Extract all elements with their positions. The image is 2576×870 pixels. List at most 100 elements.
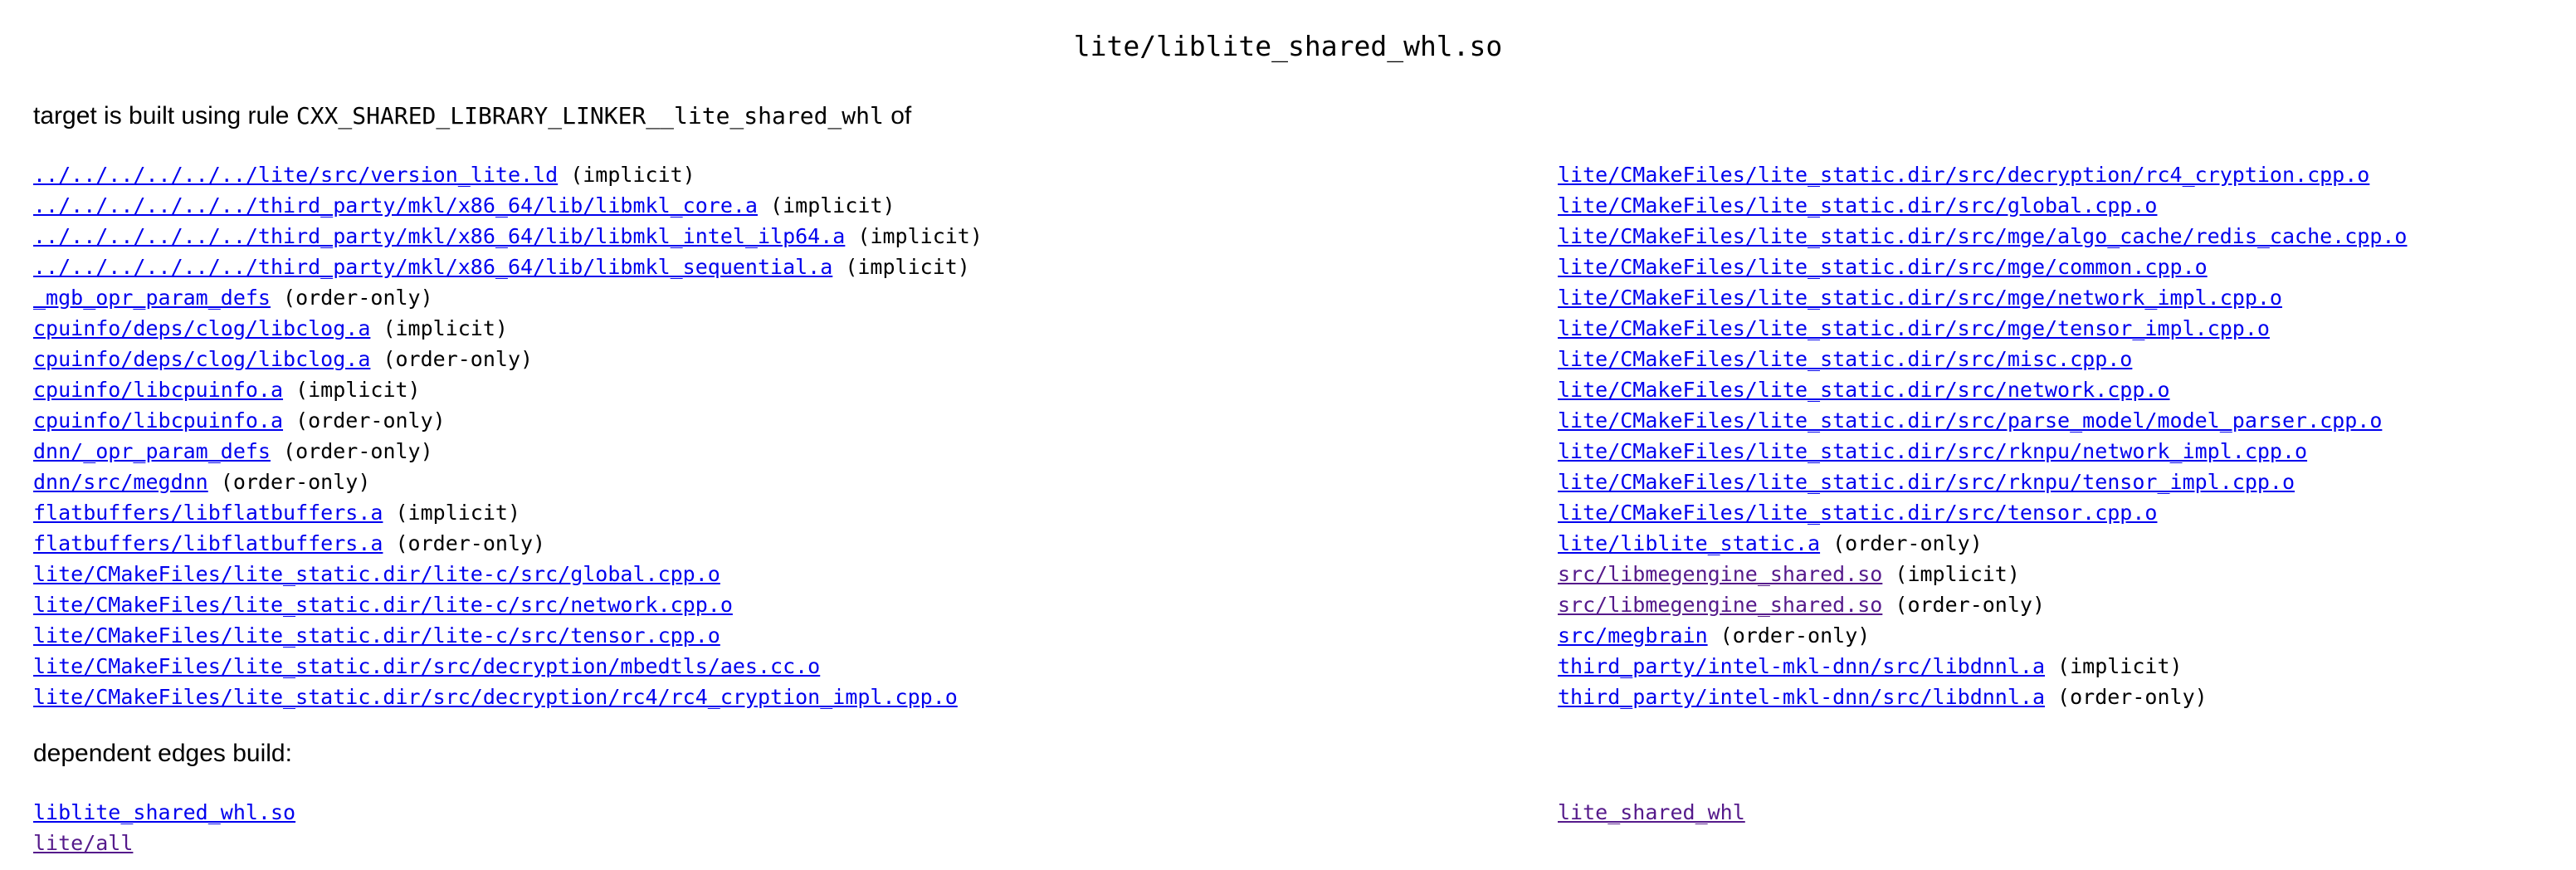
dep-row: third_party/intel-mkl-dnn/src/libdnnl.a … [1558, 682, 2408, 712]
dep-kind-label: (implicit) [383, 501, 521, 525]
dep-row: src/libmegengine_shared.so (order-only) [1558, 589, 2408, 620]
dep-row: lite/liblite_static.a (order-only) [1558, 528, 2408, 559]
input-link[interactable]: lite/CMakeFiles/lite_static.dir/lite-c/s… [33, 593, 733, 617]
dep-row: flatbuffers/libflatbuffers.a (order-only… [33, 528, 983, 559]
build-rule-name: CXX_SHARED_LIBRARY_LINKER__lite_shared_w… [295, 102, 884, 130]
inputs-column-right: lite/CMakeFiles/lite_static.dir/src/decr… [1558, 159, 2408, 712]
input-link[interactable]: lite/CMakeFiles/lite_static.dir/lite-c/s… [33, 562, 720, 586]
dep-row: _mgb_opr_param_defs (order-only) [33, 282, 983, 313]
input-link[interactable]: lite/CMakeFiles/lite_static.dir/src/netw… [1558, 378, 2170, 402]
dep-kind-label: (order-only) [283, 408, 446, 433]
dep-kind-label: (order-only) [270, 286, 433, 310]
dep-kind-label: (order-only) [207, 470, 371, 494]
edge-link[interactable]: lite_shared_whl [1558, 800, 1745, 824]
dep-row: src/libmegengine_shared.so (implicit) [1558, 559, 2408, 589]
dep-kind-label: (order-only) [2045, 685, 2208, 709]
dep-row: lite/CMakeFiles/lite_static.dir/src/decr… [33, 682, 983, 712]
dep-row: dnn/src/megdnn (order-only) [33, 467, 983, 497]
input-link[interactable]: lite/CMakeFiles/lite_static.dir/src/rknp… [1558, 439, 2307, 463]
dep-row: ../../../../../../third_party/mkl/x86_64… [33, 190, 983, 221]
input-link[interactable]: cpuinfo/libcpuinfo.a [33, 378, 283, 402]
dep-row: src/megbrain (order-only) [1558, 620, 2408, 651]
inputs-column-left: ../../../../../../lite/src/version_lite.… [33, 159, 983, 712]
dep-row: lite/CMakeFiles/lite_static.dir/src/rknp… [1558, 467, 2408, 497]
input-link[interactable]: lite/CMakeFiles/lite_static.dir/src/tens… [1558, 501, 2157, 525]
input-link[interactable]: third_party/intel-mkl-dnn/src/libdnnl.a [1558, 654, 2045, 678]
build-rule-heading-suffix: of [883, 102, 912, 130]
dep-kind-label: (implicit) [1882, 562, 2020, 586]
edge-link[interactable]: liblite_shared_whl.so [33, 800, 295, 824]
dep-row: lite/CMakeFiles/lite_static.dir/src/mge/… [1558, 221, 2408, 252]
dep-row: lite/CMakeFiles/lite_static.dir/src/mge/… [1558, 313, 2408, 344]
dep-row: lite/CMakeFiles/lite_static.dir/src/glob… [1558, 190, 2408, 221]
dep-row: liblite_shared_whl.so [33, 797, 295, 828]
input-link[interactable]: ../../../../../../third_party/mkl/x86_64… [33, 193, 758, 218]
input-link[interactable]: lite/CMakeFiles/lite_static.dir/src/decr… [33, 654, 820, 678]
dep-kind-label: (order-only) [270, 439, 433, 463]
input-link[interactable]: src/libmegengine_shared.so [1558, 562, 1882, 586]
input-link[interactable]: lite/CMakeFiles/lite_static.dir/lite-c/s… [33, 623, 720, 648]
input-link[interactable]: lite/CMakeFiles/lite_static.dir/src/mge/… [1558, 316, 2270, 340]
dep-row: lite/CMakeFiles/lite_static.dir/src/misc… [1558, 344, 2408, 374]
input-link[interactable]: lite/CMakeFiles/lite_static.dir/src/pars… [1558, 408, 2382, 433]
input-link[interactable]: lite/liblite_static.a [1558, 531, 1820, 555]
dep-row: lite/CMakeFiles/lite_static.dir/src/mge/… [1558, 282, 2408, 313]
input-link[interactable]: third_party/intel-mkl-dnn/src/libdnnl.a [1558, 685, 2045, 709]
dep-row: lite/CMakeFiles/lite_static.dir/src/decr… [33, 651, 983, 682]
input-link[interactable]: cpuinfo/libcpuinfo.a [33, 408, 283, 433]
dep-row: cpuinfo/deps/clog/libclog.a (order-only) [33, 344, 983, 374]
input-link[interactable]: flatbuffers/libflatbuffers.a [33, 501, 383, 525]
input-link[interactable]: lite/CMakeFiles/lite_static.dir/src/mge/… [1558, 224, 2408, 248]
input-link[interactable]: ../../../../../../third_party/mkl/x86_64… [33, 255, 832, 279]
dependent-edges-heading: dependent edges build: [33, 740, 292, 767]
dep-kind-label: (order-only) [383, 531, 546, 555]
input-link[interactable]: ../../../../../../lite/src/version_lite.… [33, 163, 558, 187]
dep-kind-label: (order-only) [1882, 593, 2046, 617]
input-link[interactable]: ../../../../../../third_party/mkl/x86_64… [33, 224, 845, 248]
dep-row: lite/CMakeFiles/lite_static.dir/src/pars… [1558, 405, 2408, 436]
dep-row: lite/CMakeFiles/lite_static.dir/lite-c/s… [33, 559, 983, 589]
dep-kind-label: (order-only) [1820, 531, 1983, 555]
dependent-edges-column-left: liblite_shared_whl.so lite/all [33, 797, 295, 858]
dep-row: lite/all [33, 828, 295, 858]
input-link[interactable]: lite/CMakeFiles/lite_static.dir/src/mge/… [1558, 286, 2282, 310]
dep-kind-label: (order-only) [1707, 623, 1871, 648]
dep-row: cpuinfo/deps/clog/libclog.a (implicit) [33, 313, 983, 344]
input-link[interactable]: flatbuffers/libflatbuffers.a [33, 531, 383, 555]
dep-row: lite_shared_whl [1558, 797, 1745, 828]
input-link[interactable]: lite/CMakeFiles/lite_static.dir/src/glob… [1558, 193, 2157, 218]
dep-row: cpuinfo/libcpuinfo.a (implicit) [33, 374, 983, 405]
input-link[interactable]: lite/CMakeFiles/lite_static.dir/src/misc… [1558, 347, 2132, 371]
dep-row: lite/CMakeFiles/lite_static.dir/src/rknp… [1558, 436, 2408, 467]
build-rule-heading-prefix: target is built using rule [33, 102, 296, 130]
dep-row: lite/CMakeFiles/lite_static.dir/src/netw… [1558, 374, 2408, 405]
input-link[interactable]: dnn/src/megdnn [33, 470, 208, 494]
dep-kind-label: (implicit) [370, 316, 508, 340]
dep-kind-label: (order-only) [370, 347, 534, 371]
dep-row: lite/CMakeFiles/lite_static.dir/lite-c/s… [33, 620, 983, 651]
dep-kind-label: (implicit) [558, 163, 695, 187]
dep-row: ../../../../../../third_party/mkl/x86_64… [33, 252, 983, 282]
dep-kind-label: (implicit) [283, 378, 421, 402]
dep-row: cpuinfo/libcpuinfo.a (order-only) [33, 405, 983, 436]
input-link[interactable]: lite/CMakeFiles/lite_static.dir/src/mge/… [1558, 255, 2208, 279]
dep-row: lite/CMakeFiles/lite_static.dir/src/mge/… [1558, 252, 2408, 282]
page-title: lite/liblite_shared_whl.so [1073, 30, 1503, 62]
input-link[interactable]: _mgb_opr_param_defs [33, 286, 271, 310]
edge-link[interactable]: lite/all [33, 831, 133, 855]
input-link[interactable]: src/libmegengine_shared.so [1558, 593, 1882, 617]
input-link[interactable]: cpuinfo/deps/clog/libclog.a [33, 316, 370, 340]
input-link[interactable]: src/megbrain [1558, 623, 1708, 648]
dep-row: ../../../../../../third_party/mkl/x86_64… [33, 221, 983, 252]
input-link[interactable]: dnn/_opr_param_defs [33, 439, 271, 463]
input-link[interactable]: lite/CMakeFiles/lite_static.dir/src/decr… [33, 685, 958, 709]
dep-row: flatbuffers/libflatbuffers.a (implicit) [33, 497, 983, 528]
input-link[interactable]: cpuinfo/deps/clog/libclog.a [33, 347, 370, 371]
dep-row: lite/CMakeFiles/lite_static.dir/lite-c/s… [33, 589, 983, 620]
dependent-edges-column-right: lite_shared_whl [1558, 797, 1745, 828]
dep-row: lite/CMakeFiles/lite_static.dir/src/decr… [1558, 159, 2408, 190]
build-rule-heading: target is built using rule CXX_SHARED_LI… [33, 101, 911, 131]
input-link[interactable]: lite/CMakeFiles/lite_static.dir/src/decr… [1558, 163, 2369, 187]
input-link[interactable]: lite/CMakeFiles/lite_static.dir/src/rknp… [1558, 470, 2295, 494]
dep-row: lite/CMakeFiles/lite_static.dir/src/tens… [1558, 497, 2408, 528]
